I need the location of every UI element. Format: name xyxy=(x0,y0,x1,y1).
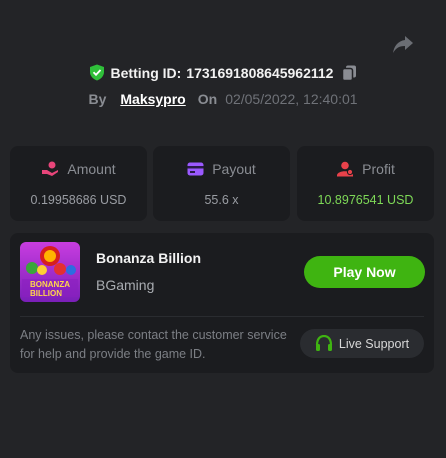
stat-label: Payout xyxy=(212,161,256,177)
stat-label: Amount xyxy=(67,161,116,177)
card-icon xyxy=(187,162,204,176)
stat-payout: Payout 55.6 x xyxy=(153,146,290,221)
game-thumbnail[interactable]: BONANZA BILLION xyxy=(20,242,80,302)
live-support-button[interactable]: Live Support xyxy=(300,329,424,358)
bet-author-row: By Maksypro On 02/05/2022, 12:40:01 xyxy=(0,91,446,107)
betting-id-label: Betting ID: xyxy=(110,64,182,81)
copy-icon[interactable] xyxy=(342,65,357,81)
svg-text:BILLION: BILLION xyxy=(30,289,62,298)
money-hand-icon xyxy=(42,161,59,176)
bonanza-billion-logo: BONANZA BILLION xyxy=(20,242,80,302)
svg-text:BONANZA: BONANZA xyxy=(30,280,70,289)
betting-id-row: Betting ID: 1731691808645962112 xyxy=(0,64,446,81)
live-support-label: Live Support xyxy=(338,336,410,351)
share-icon xyxy=(393,36,413,53)
by-label: By xyxy=(88,91,107,107)
user-profit-icon xyxy=(337,161,354,177)
game-card: BONANZA BILLION Bonanza Billion BGaming … xyxy=(10,233,434,373)
stat-amount: Amount 0.19958686 USD xyxy=(10,146,147,221)
username-link[interactable]: Maksypro xyxy=(120,91,185,107)
headset-icon xyxy=(315,335,333,351)
verified-shield-icon xyxy=(89,64,104,81)
stat-value: 10.8976541 USD xyxy=(317,193,414,207)
stat-label: Profit xyxy=(362,161,395,177)
play-now-button[interactable]: Play Now xyxy=(304,256,425,288)
on-label: On xyxy=(197,91,218,107)
stat-profit: Profit 10.8976541 USD xyxy=(297,146,434,221)
support-help-text: Any issues, please contact the customer … xyxy=(20,328,287,361)
share-button[interactable] xyxy=(392,34,414,54)
bet-date: 02/05/2022, 12:40:01 xyxy=(225,91,358,107)
bet-stats: Amount 0.19958686 USD Payout 55.6 x Prof… xyxy=(10,146,434,221)
game-provider: BGaming xyxy=(96,277,155,293)
stat-value: 0.19958686 USD xyxy=(30,193,127,207)
stat-value: 55.6 x xyxy=(204,193,239,207)
game-title[interactable]: Bonanza Billion xyxy=(96,250,201,266)
betting-id-value: 1731691808645962112 xyxy=(186,64,334,81)
divider xyxy=(20,316,424,317)
